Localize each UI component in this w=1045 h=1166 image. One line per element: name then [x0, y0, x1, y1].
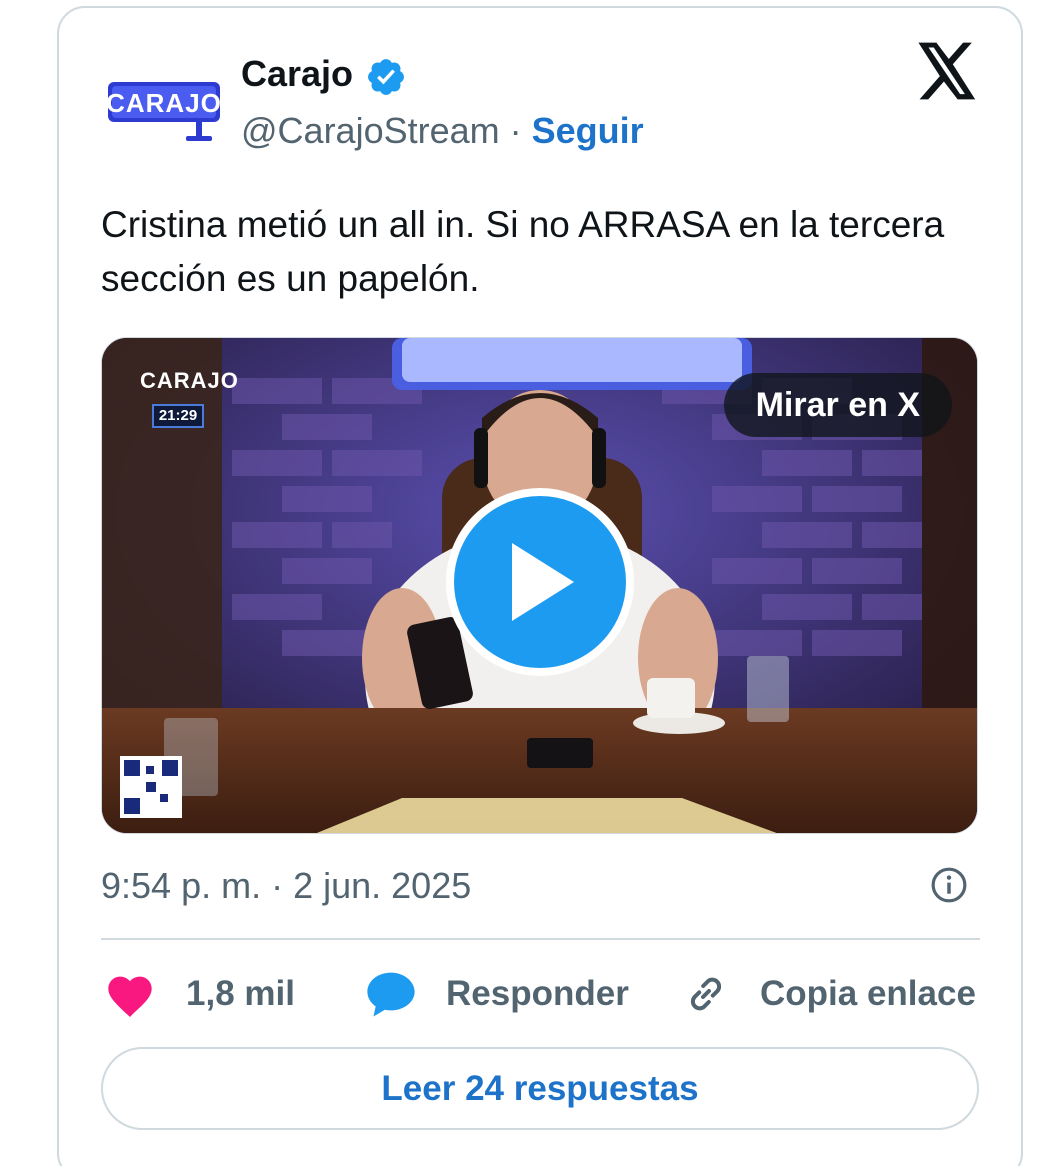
read-replies-button[interactable]: Leer 24 respuestas	[101, 1047, 979, 1130]
verified-badge-icon	[368, 59, 404, 95]
follow-link[interactable]: Seguir	[532, 110, 644, 151]
avatar[interactable]: CARAJO	[104, 60, 228, 160]
tweet-timestamp[interactable]: 9:54 p. m. · 2 jun. 2025	[101, 864, 471, 908]
like-count: 1,8 mil	[186, 974, 295, 1013]
like-button[interactable]: 1,8 mil	[104, 966, 295, 1022]
play-button[interactable]	[446, 488, 634, 676]
handle-row: @CarajoStream · Seguir	[241, 108, 644, 154]
display-name[interactable]: Carajo	[241, 52, 353, 96]
divider	[101, 938, 980, 940]
channel-time-badge: 21:29	[152, 404, 204, 428]
reply-label: Responder	[446, 974, 629, 1013]
video-media[interactable]: CARAJO 21:29 Mirar en X	[101, 337, 978, 834]
watch-on-x-button[interactable]: Mirar en X	[723, 373, 952, 437]
separator-dot: ·	[509, 110, 522, 151]
reply-button[interactable]: Responder	[364, 966, 629, 1022]
play-icon	[512, 543, 574, 621]
avatar-logo-text: CARAJO	[106, 88, 222, 118]
info-icon[interactable]	[930, 866, 968, 904]
channel-logo: CARAJO	[140, 368, 239, 393]
x-logo-icon[interactable]	[916, 42, 978, 100]
speech-bubble-icon	[367, 972, 415, 1017]
link-icon	[690, 977, 722, 1011]
tweet-text: Cristina metió un all in. Si no ARRASA e…	[101, 204, 945, 299]
copy-link-label: Copia enlace	[760, 974, 976, 1013]
handle[interactable]: @CarajoStream	[241, 110, 500, 151]
copy-link-button[interactable]: Copia enlace	[682, 966, 976, 1022]
heart-icon	[108, 976, 152, 1017]
